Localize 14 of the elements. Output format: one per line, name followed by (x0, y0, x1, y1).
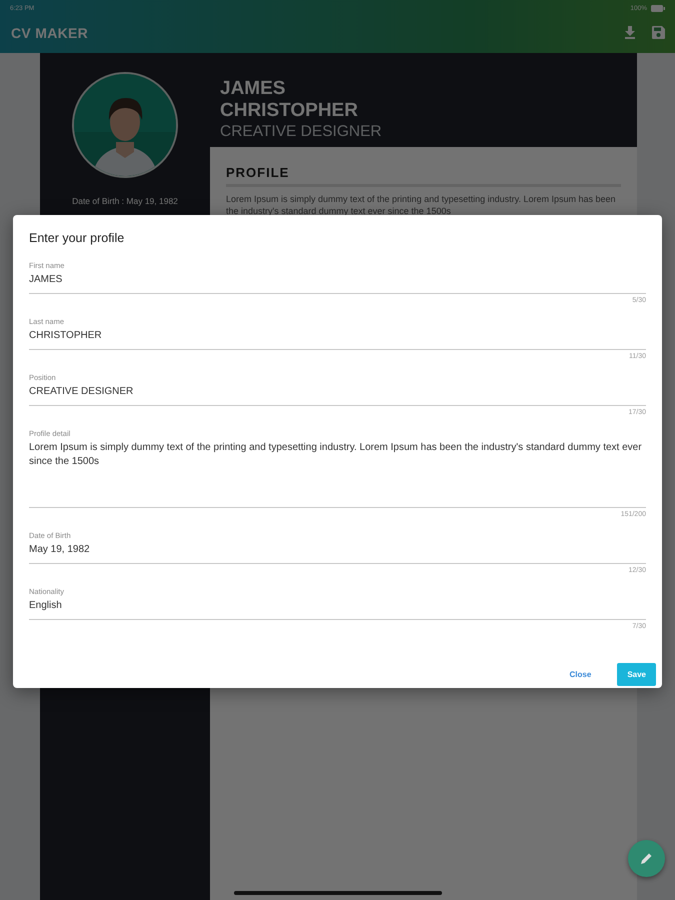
position-text: CREATIVE DESIGNER (220, 122, 383, 142)
dialog-title: Enter your profile (28, 231, 126, 245)
close-button[interactable]: Close (558, 663, 604, 686)
edit-button[interactable] (628, 840, 665, 877)
save-icon[interactable] (652, 26, 665, 39)
download-icon[interactable] (624, 26, 636, 39)
app-title: CV MAKER (11, 24, 88, 40)
battery-icon (651, 4, 665, 12)
section-heading: PROFILE (226, 165, 621, 187)
profile-text: Lorem Ipsum is simply dummy text of the printing and typesetting industry. Lorem Ipsum has been the industry's standard dummy text ever since the 1500s (226, 193, 617, 217)
birth-date-text: Date of Birth : May 19, 1982 (72, 196, 178, 206)
first-name-text: JAMES (220, 78, 286, 100)
last-name-text: CHRISTOPHER (220, 100, 359, 122)
pencil-icon (640, 852, 653, 865)
